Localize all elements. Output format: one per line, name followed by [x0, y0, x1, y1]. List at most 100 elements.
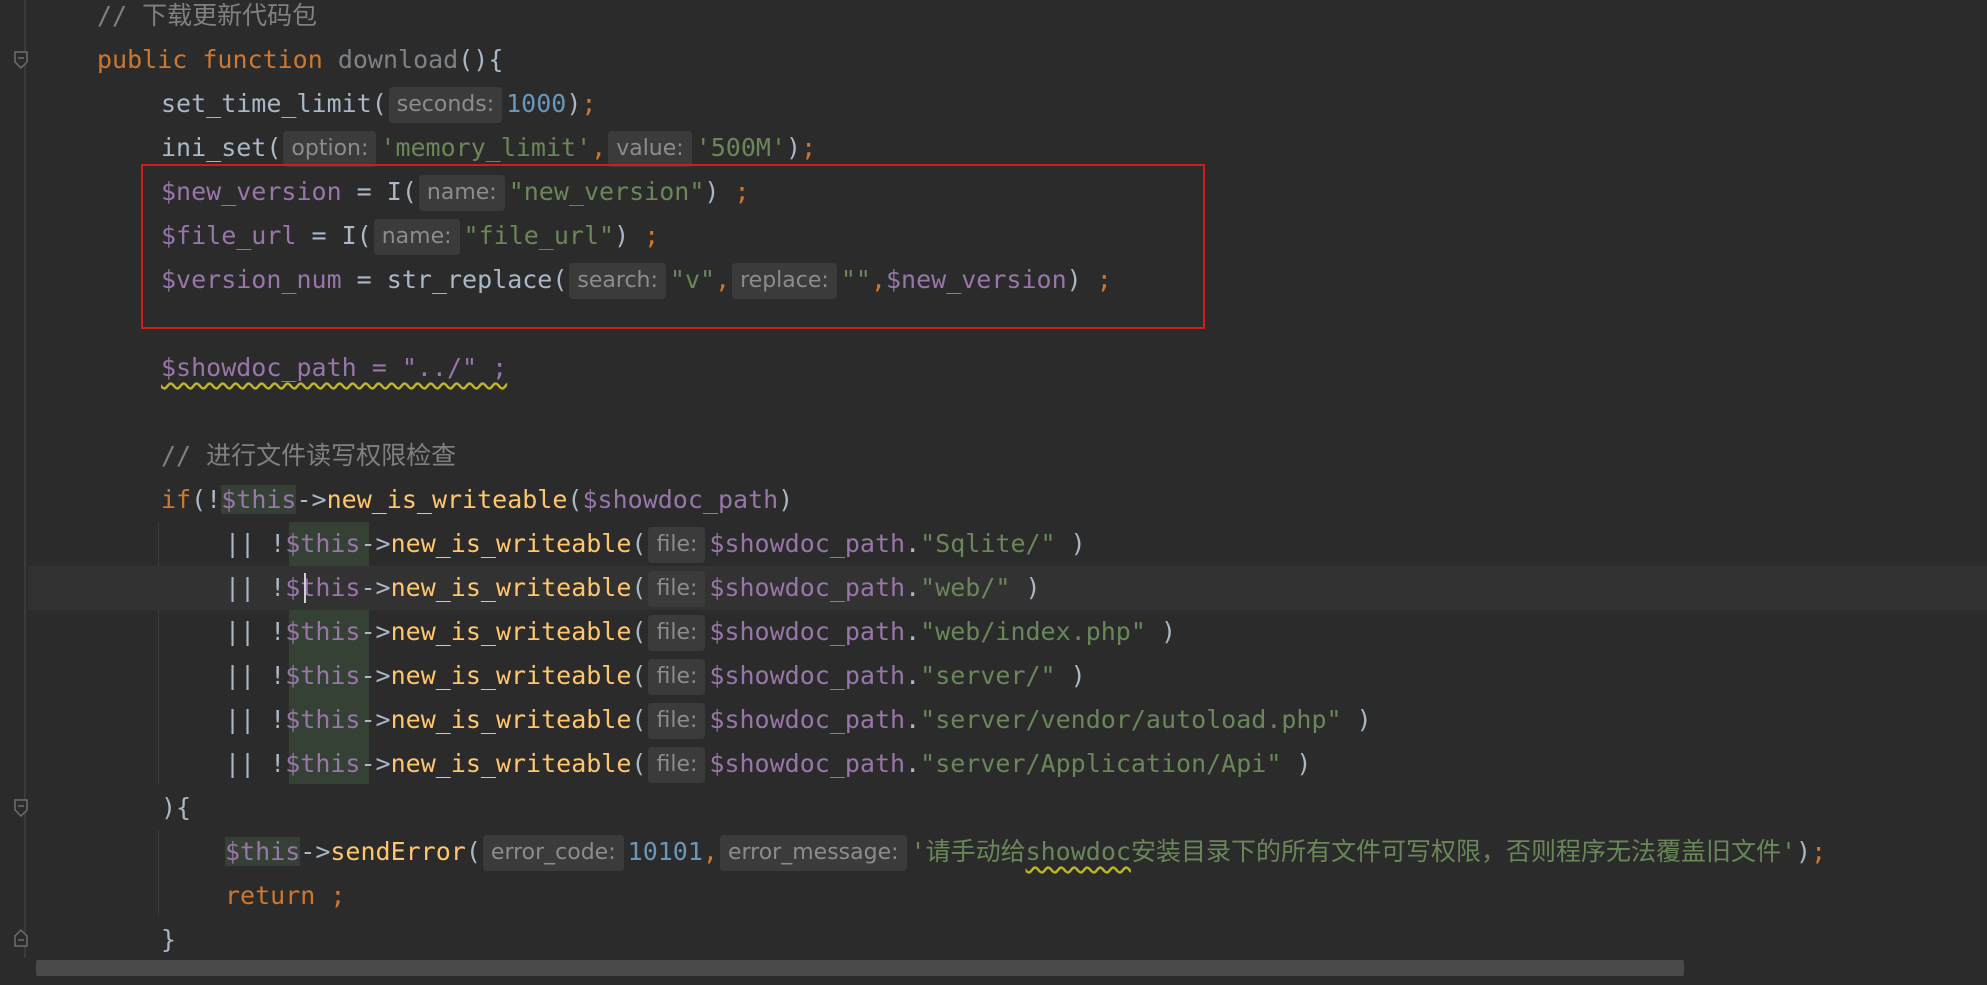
- code-token: ){: [161, 793, 192, 822]
- code-line-content: || !$this->new_is_writeable(file: $showdo…: [225, 566, 1041, 610]
- code-token: $showdoc_path: [709, 573, 906, 602]
- code-editor[interactable]: // 下载更新代码包 public function download(){set…: [0, 0, 1987, 985]
- code-token: ini_set(: [161, 133, 282, 162]
- code-token: ): [1010, 573, 1041, 602]
- code-token: ->: [360, 529, 391, 558]
- code-token: 10101: [627, 837, 703, 866]
- code-line-content: set_time_limit(seconds: 1000);: [161, 82, 596, 126]
- code-token: "server/Application/Api": [920, 749, 1282, 778]
- code-token: ->: [360, 749, 391, 778]
- code-line-content: // 进行文件读写权限检查: [161, 434, 456, 478]
- code-token: "server/vendor/autoload.php": [920, 705, 1342, 734]
- code-line-content: $showdoc_path = "../" ;: [161, 346, 507, 390]
- code-token: // 下载更新代码包: [97, 1, 318, 30]
- code-token: return: [225, 881, 331, 910]
- code-token: if: [161, 485, 192, 514]
- code-token: new_is_writeable: [326, 485, 568, 514]
- code-lines[interactable]: // 下载更新代码包 public function download(){set…: [0, 0, 1987, 985]
- code-line-content: || !$this->new_is_writeable(file: $showdo…: [225, 610, 1176, 654]
- code-line[interactable]: [0, 390, 1987, 434]
- code-token: .: [905, 705, 921, 734]
- code-token: new_is_writeable: [390, 749, 632, 778]
- code-line[interactable]: return ;: [0, 874, 1987, 918]
- code-token: || !: [225, 617, 286, 646]
- code-line[interactable]: set_time_limit(seconds: 1000);: [0, 82, 1987, 126]
- code-token: .: [905, 529, 921, 558]
- code-line[interactable]: $this->sendError(error_code: 10101, error_…: [0, 830, 1987, 874]
- code-line[interactable]: public function download(){: [0, 38, 1987, 82]
- code-token: ->: [300, 837, 331, 866]
- code-token: 'memory_limit': [380, 133, 592, 162]
- code-token: ;: [801, 133, 817, 162]
- code-line[interactable]: || !$this->new_is_writeable(file: $showdo…: [28, 566, 1987, 610]
- text-caret: [304, 573, 306, 603]
- code-token: ): [1281, 749, 1312, 778]
- code-token: 安装目录下的所有文件可写权限，否则程序无法覆盖旧文件': [1130, 837, 1796, 866]
- code-line[interactable]: || !$this->new_is_writeable(file: $showdo…: [0, 698, 1987, 742]
- scrollbar-thumb[interactable]: [36, 960, 1684, 976]
- parameter-hint: error_code:: [482, 835, 624, 871]
- code-token: "server/": [920, 661, 1056, 690]
- parameter-hint: file:: [648, 571, 706, 607]
- code-line-content: return ;: [225, 874, 345, 918]
- code-token: ): [1796, 837, 1812, 866]
- code-line-content: // 下载更新代码包: [97, 0, 317, 38]
- code-token: "web/index.php": [920, 617, 1146, 646]
- code-token: .: [905, 749, 921, 778]
- code-line[interactable]: }: [0, 918, 1987, 962]
- parameter-hint: error_message:: [719, 835, 907, 871]
- selection-annotation-box: [141, 164, 1205, 329]
- code-line[interactable]: // 下载更新代码包: [0, 0, 1987, 38]
- code-token: }: [161, 925, 177, 954]
- parameter-hint: option:: [283, 131, 377, 167]
- horizontal-scrollbar[interactable]: [0, 958, 1987, 985]
- code-token: ->: [360, 705, 391, 734]
- code-token: ): [1055, 529, 1086, 558]
- code-line[interactable]: || !$this->new_is_writeable(file: $showdo…: [0, 742, 1987, 786]
- code-line-content: ){: [161, 786, 191, 830]
- code-token: ): [1145, 617, 1177, 646]
- code-token: $this: [285, 573, 361, 602]
- code-token: new_is_writeable: [390, 705, 632, 734]
- code-line[interactable]: || !$this->new_is_writeable(file: $showdo…: [0, 610, 1987, 654]
- code-line[interactable]: $showdoc_path = "../" ;: [0, 346, 1987, 390]
- code-token: (: [567, 485, 583, 514]
- code-line[interactable]: // 进行文件读写权限检查: [0, 434, 1987, 478]
- code-token: || !: [225, 705, 286, 734]
- code-token: || !: [225, 529, 286, 558]
- code-token: || !: [225, 573, 286, 602]
- code-token: showdoc: [1025, 837, 1131, 866]
- parameter-hint: file:: [648, 747, 706, 783]
- code-token: ;: [1811, 837, 1827, 866]
- code-token: ): [786, 133, 802, 162]
- code-token: || !: [225, 749, 286, 778]
- code-token: $showdoc_path: [709, 705, 906, 734]
- parameter-hint: file:: [648, 615, 706, 651]
- code-token: ;: [581, 89, 597, 118]
- code-token: $showdoc_path: [709, 617, 906, 646]
- code-token: set_time_limit(: [161, 89, 387, 118]
- code-token: (: [631, 529, 647, 558]
- code-token: (!: [191, 485, 222, 514]
- code-token: (: [631, 661, 647, 690]
- code-token: $this: [221, 485, 297, 514]
- code-token: $showdoc_path: [582, 485, 779, 514]
- code-token: ->: [360, 617, 391, 646]
- parameter-hint: value:: [608, 131, 692, 167]
- code-line-content: $this->sendError(error_code: 10101, error_…: [225, 830, 1826, 874]
- code-token: $this: [225, 837, 301, 866]
- parameter-hint: file:: [648, 659, 706, 695]
- code-line[interactable]: || !$this->new_is_writeable(file: $showdo…: [0, 654, 1987, 698]
- code-line[interactable]: || !$this->new_is_writeable(file: $showdo…: [0, 522, 1987, 566]
- code-token: new_is_writeable: [390, 573, 632, 602]
- code-token: ): [1341, 705, 1372, 734]
- code-token: $showdoc_path: [709, 749, 906, 778]
- code-line[interactable]: ){: [0, 786, 1987, 830]
- code-token: new_is_writeable: [390, 529, 632, 558]
- code-token: $showdoc_path: [709, 661, 906, 690]
- code-token: ;: [330, 881, 346, 910]
- code-token: "Sqlite/": [920, 529, 1056, 558]
- code-token: $this: [285, 529, 361, 558]
- code-token: $this: [285, 617, 361, 646]
- code-line[interactable]: if(!$this->new_is_writeable($showdoc_pat…: [0, 478, 1987, 522]
